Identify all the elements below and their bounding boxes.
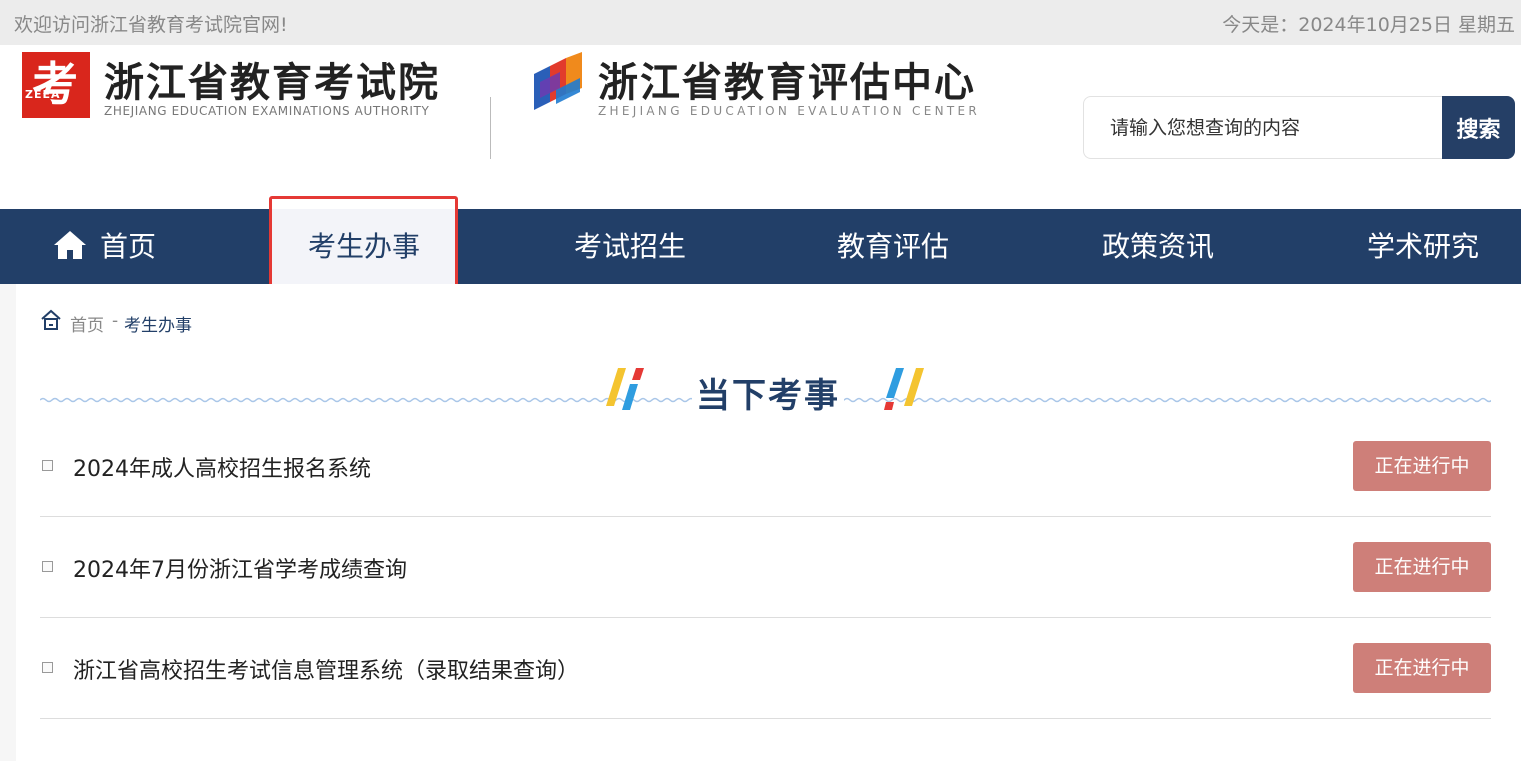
status-badge[interactable]: 正在进行中 (1353, 542, 1491, 592)
main-nav: 首页 考生办事 考试招生 教育评估 政策资讯 学术研究 (0, 209, 1521, 284)
list-bullet (42, 561, 53, 572)
evaluation-center-title: 浙江省教育评估中心 (598, 59, 976, 106)
breadcrumb-current: 考生办事 (124, 316, 192, 336)
nav-item-policy-news[interactable]: 政策资讯 (1068, 209, 1248, 284)
list-bullet (42, 460, 53, 471)
zeea-logo-abbr: ZEEA (25, 88, 61, 101)
nav-item-academic-research[interactable]: 学术研究 (1333, 209, 1513, 284)
list-bullet (42, 662, 53, 673)
list-item-title[interactable]: 2024年7月份浙江省学考成绩查询 (73, 552, 407, 584)
status-badge[interactable]: 正在进行中 (1353, 441, 1491, 491)
welcome-text: 欢迎访问浙江省教育考试院官网! (14, 14, 288, 36)
status-badge[interactable]: 正在进行中 (1353, 643, 1491, 693)
top-bar: 欢迎访问浙江省教育考试院官网! 今天是：2024年10月25日 星期五 (0, 0, 1521, 45)
list-item[interactable]: 2024年7月份浙江省学考成绩查询 正在进行中 (40, 517, 1491, 618)
section-deco-right-icon (884, 368, 924, 410)
list-item[interactable]: 浙江省高校招生考试信息管理系统（录取结果查询） 正在进行中 (40, 618, 1491, 719)
evaluation-center-subtitle: ZHEJIANG EDUCATION EVALUATION CENTER (598, 104, 981, 118)
breadcrumb-home-icon (41, 309, 61, 330)
nav-item-home[interactable]: 首页 (50, 209, 170, 284)
breadcrumb-home-link[interactable]: 首页 (70, 311, 104, 336)
list-item-title[interactable]: 2024年成人高校招生报名系统 (73, 451, 371, 483)
nav-item-exam-admission[interactable]: 考试招生 (540, 209, 720, 284)
nav-item-education-evaluation[interactable]: 教育评估 (803, 209, 983, 284)
breadcrumb-separator: - (112, 311, 119, 331)
date-text: 今天是：2024年10月25日 星期五 (1222, 14, 1515, 36)
zeea-logo-glyph: 考 (32, 57, 78, 111)
list-item-title[interactable]: 浙江省高校招生考试信息管理系统（录取结果查询） (73, 653, 579, 685)
search-box: 搜索 (1083, 96, 1515, 159)
zeea-logo-title: 浙江省教育考试院 (104, 59, 440, 106)
evaluation-center-logo-icon (534, 52, 582, 110)
zeea-logo[interactable]: 考 ZEEA 浙江省教育考试院 ZHEJIANG EDUCATION EXAMI… (22, 52, 442, 124)
list-item[interactable]: 2024年成人高校招生报名系统 正在进行中 (40, 416, 1491, 517)
search-button[interactable]: 搜索 (1442, 96, 1515, 159)
home-icon (54, 231, 86, 259)
logo-divider (490, 97, 491, 159)
zeea-logo-mark: 考 ZEEA (22, 52, 90, 118)
section-title: 当下考事 (692, 368, 844, 417)
evaluation-center-logo[interactable]: 浙江省教育评估中心 ZHEJIANG EDUCATION EVALUATION … (530, 52, 990, 124)
search-input[interactable] (1083, 96, 1453, 159)
zeea-logo-subtitle: ZHEJIANG EDUCATION EXAMINATIONS AUTHORIT… (104, 104, 430, 118)
nav-item-label: 首页 (100, 230, 157, 263)
section-deco-left-icon (606, 368, 644, 410)
